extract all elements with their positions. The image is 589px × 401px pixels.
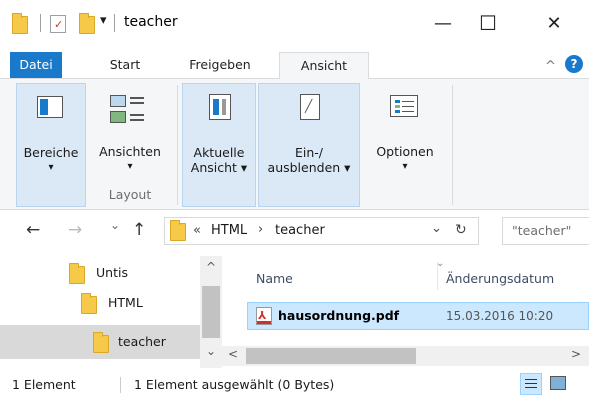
show-hide-icon: ╱ <box>300 94 320 120</box>
options-button[interactable]: Optionen ▾ <box>364 83 446 183</box>
address-dropdown-icon[interactable]: ⌄ <box>431 221 442 236</box>
scroll-up-icon[interactable]: ^ <box>206 260 216 274</box>
file-row[interactable]: ⅄ hausordnung.pdf 15.03.2016 10:20 <box>247 302 589 330</box>
status-item-count: 1 Element <box>12 377 76 392</box>
qat-dropdown-icon[interactable]: ▾ <box>100 13 107 28</box>
column-header-name[interactable]: Name <box>256 271 293 286</box>
file-modified: 15.03.2016 10:20 <box>446 309 554 323</box>
maximize-button[interactable]: ☐ <box>466 8 510 38</box>
back-arrow-icon[interactable]: ← <box>26 220 40 240</box>
refresh-icon[interactable]: ↻ <box>455 222 467 238</box>
panes-label: Bereiche <box>23 145 79 160</box>
current-view-button[interactable]: Aktuelle Ansicht ▾ <box>182 83 256 207</box>
layout-views-caret-icon: ▾ <box>127 161 133 172</box>
panes-button[interactable]: Bereiche ▾ <box>16 83 86 207</box>
search-placeholder: "teacher" <box>512 223 572 238</box>
address-folder-icon <box>170 220 186 241</box>
search-input[interactable]: "teacher" <box>502 217 589 245</box>
close-button[interactable]: ✕ <box>532 8 576 38</box>
large-icons-view-icon[interactable] <box>550 376 566 390</box>
tree-item-label: HTML <box>108 295 143 310</box>
minimize-button[interactable]: — <box>421 8 465 38</box>
tree-item-teacher[interactable]: teacher <box>0 325 200 359</box>
breadcrumb-html[interactable]: HTML <box>211 223 247 238</box>
new-folder-icon[interactable] <box>79 13 95 34</box>
status-selection: 1 Element ausgewählt (0 Bytes) <box>134 377 335 392</box>
navigation-bar: ← → ⌄ ↑ « HTML › teacher ⌄ ↻ "teacher" <box>0 212 589 252</box>
collapse-ribbon-icon[interactable]: ^ <box>545 59 556 74</box>
tab-view[interactable]: Ansicht <box>279 52 369 80</box>
tab-share[interactable]: Freigeben <box>180 52 260 79</box>
up-arrow-icon[interactable]: ↑ <box>132 220 146 240</box>
help-icon[interactable]: ? <box>565 55 583 73</box>
scroll-left-icon[interactable]: < <box>228 347 238 361</box>
tree-item-html[interactable]: HTML <box>56 288 196 318</box>
qat-separator <box>40 14 41 32</box>
breadcrumb-teacher[interactable]: teacher <box>275 223 325 238</box>
current-view-icon <box>209 94 231 120</box>
layout-views-icon <box>110 95 126 107</box>
folder-icon <box>81 293 97 314</box>
tree-item-label: teacher <box>118 334 166 349</box>
tab-file[interactable]: Datei <box>10 52 62 78</box>
scroll-thumb[interactable] <box>202 286 220 338</box>
tab-start[interactable]: Start <box>95 52 155 79</box>
title-bar: ✓ ▾ teacher — ☐ ✕ <box>0 0 589 46</box>
breadcrumb-overflow-icon[interactable]: « <box>193 223 201 238</box>
ribbon: Bereiche ▾ Ansichten ▾ Layout Aktuelle A… <box>0 79 589 210</box>
breadcrumb-separator-icon[interactable]: › <box>258 222 263 237</box>
tree-item-untis[interactable]: Untis <box>56 258 196 288</box>
column-header-modified[interactable]: Änderungsdatum <box>446 271 554 286</box>
folder-icon <box>12 13 28 34</box>
panes-caret-icon: ▾ <box>48 162 54 173</box>
show-hide-label-2: ausblenden ▾ <box>267 160 351 175</box>
folder-icon <box>69 263 85 284</box>
options-caret-icon: ▾ <box>402 161 408 172</box>
file-name: hausordnung.pdf <box>278 308 400 323</box>
address-bar[interactable]: « HTML › teacher ⌄ ↻ <box>164 217 479 245</box>
forward-arrow-icon[interactable]: → <box>68 220 82 240</box>
layout-views-label: Ansichten <box>99 144 161 159</box>
recent-locations-icon[interactable]: ⌄ <box>110 218 120 232</box>
pdf-icon: ⅄ <box>256 307 272 325</box>
ribbon-tabs: Datei Start Freigeben Ansicht ^ ? <box>0 46 589 80</box>
tree-item-label: Untis <box>96 265 128 280</box>
scroll-down-icon[interactable]: ⌄ <box>206 344 216 358</box>
navigation-pane-scrollbar[interactable]: ^ ⌄ <box>200 256 222 368</box>
layout-views-button[interactable]: Ansichten ▾ <box>88 83 172 183</box>
status-bar: 1 Element 1 Element ausgewählt (0 Bytes) <box>0 368 589 401</box>
current-view-label-2: Ansicht ▾ <box>190 160 248 175</box>
options-icon <box>390 95 418 117</box>
show-hide-label-1: Ein-/ <box>294 145 323 160</box>
options-label: Optionen <box>376 144 434 159</box>
panes-icon <box>37 96 63 118</box>
folder-icon <box>93 332 109 353</box>
show-hide-button[interactable]: ╱ Ein-/ ausblenden ▾ <box>258 83 360 207</box>
properties-icon[interactable]: ✓ <box>50 15 66 33</box>
title-separator <box>114 14 115 32</box>
details-view-icon[interactable] <box>520 373 542 395</box>
scroll-thumb-horizontal[interactable] <box>246 348 416 364</box>
window-title: teacher <box>124 14 178 30</box>
navigation-pane: Untis HTML teacher <box>0 252 222 368</box>
file-list-scrollbar[interactable]: < > <box>222 346 589 366</box>
current-view-label-1: Aktuelle <box>193 145 245 160</box>
layout-group-label: Layout <box>108 187 152 202</box>
scroll-right-icon[interactable]: > <box>571 347 581 361</box>
